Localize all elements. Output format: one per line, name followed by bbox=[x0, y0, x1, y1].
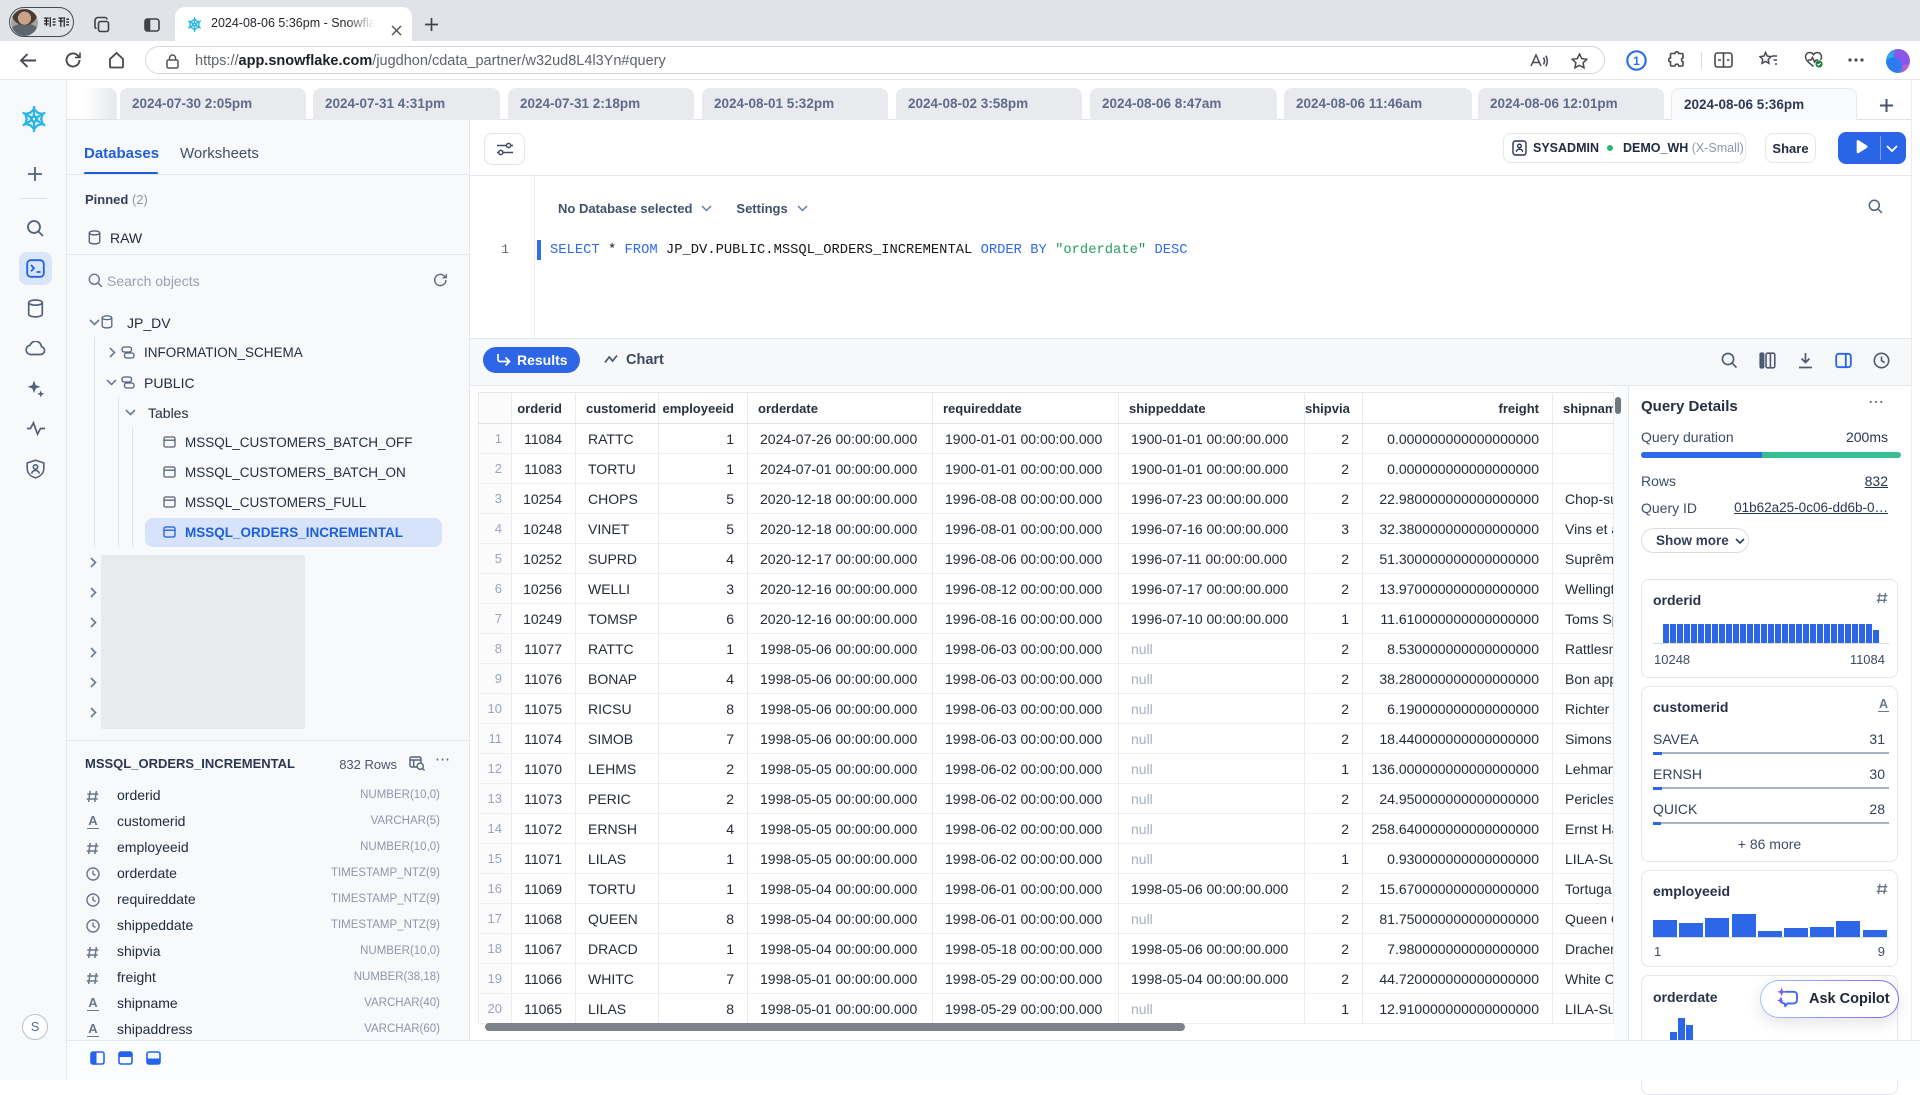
svg-text:1: 1 bbox=[1633, 54, 1640, 68]
